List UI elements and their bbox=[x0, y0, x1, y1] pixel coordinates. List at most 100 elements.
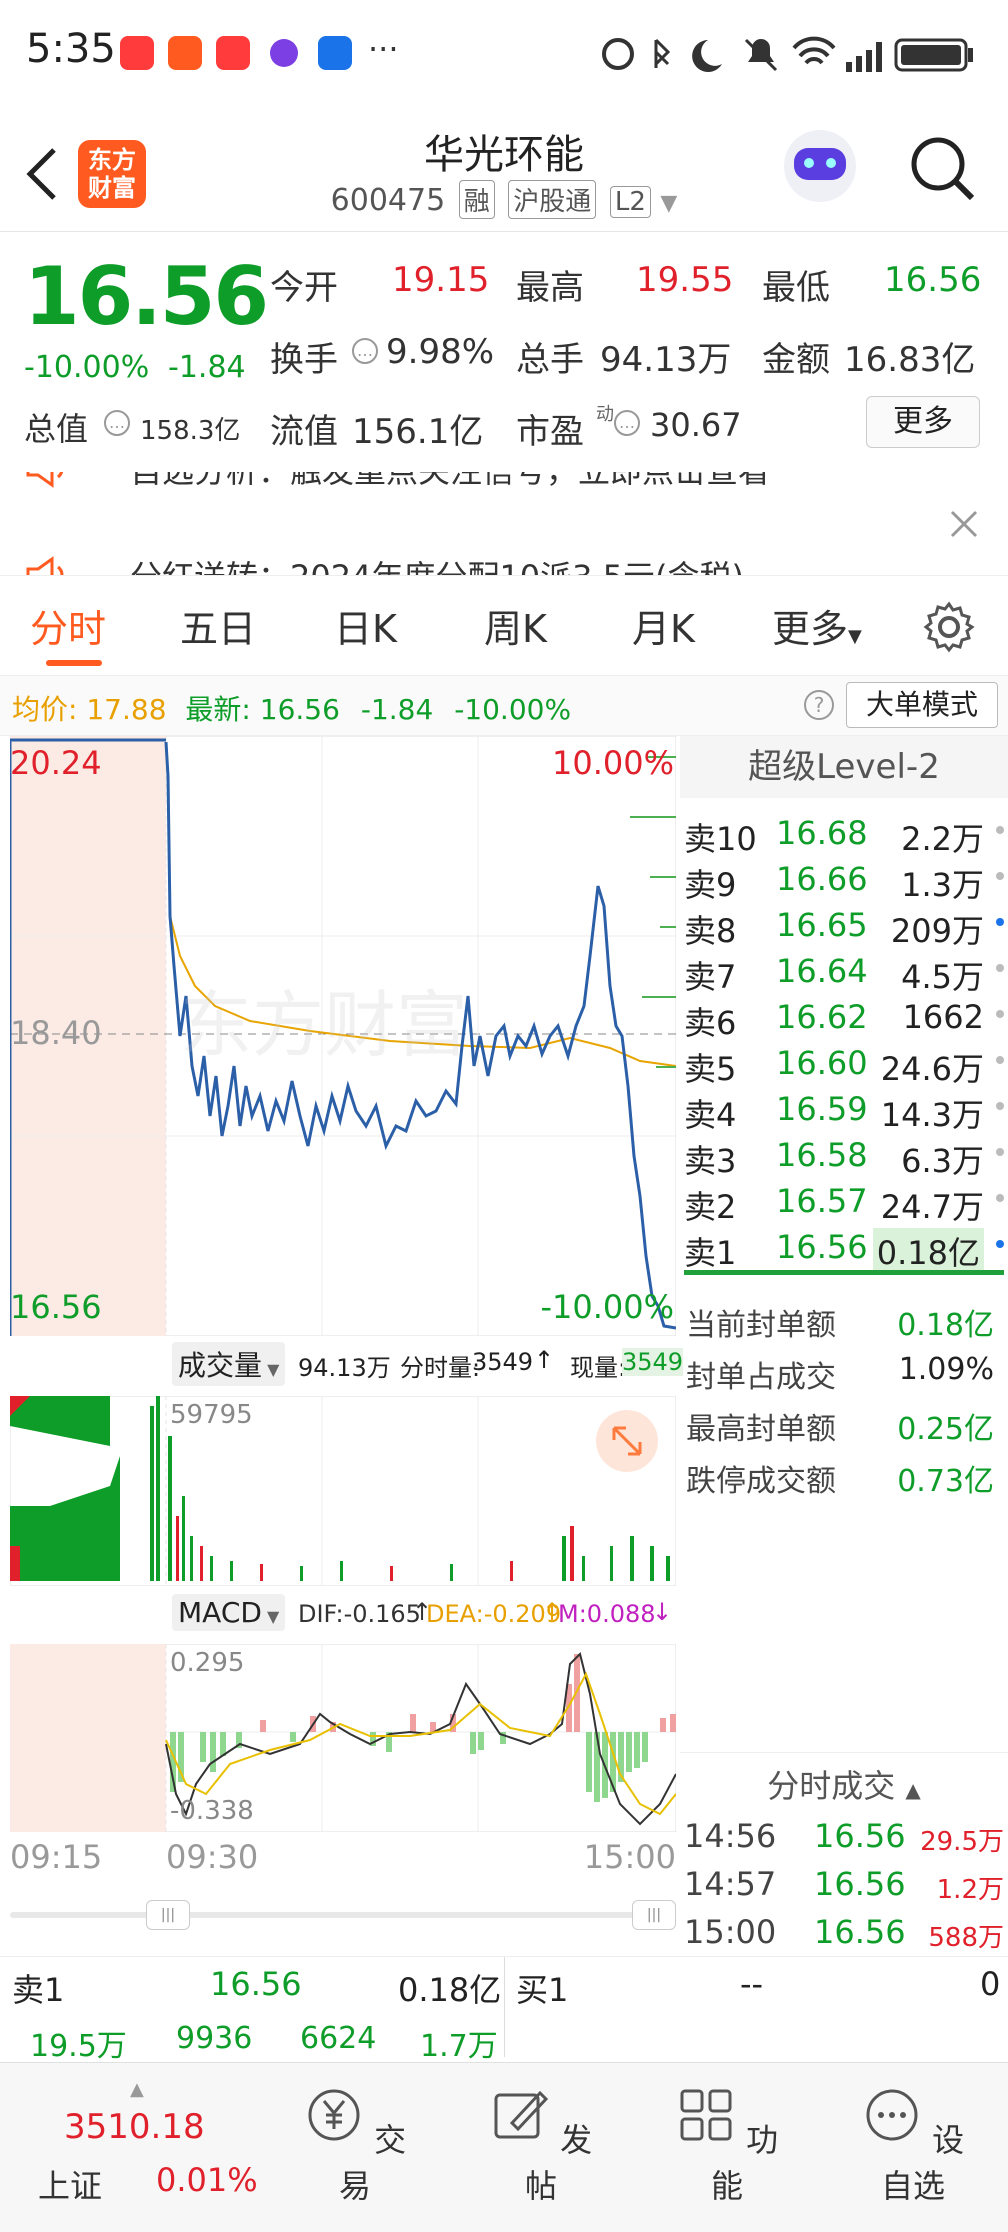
order-level-volume: 4.5万 bbox=[901, 958, 984, 996]
tab-intraday[interactable]: 分时 bbox=[30, 598, 106, 653]
slider-handle-left[interactable]: ||| bbox=[146, 1900, 190, 1930]
level2-tag: L2 bbox=[609, 186, 651, 218]
float-mv-value: 156.1亿 bbox=[352, 412, 484, 452]
tick-time: 15:00 bbox=[684, 1913, 777, 1951]
order-dot-icon bbox=[996, 918, 1004, 926]
order-level-price: 16.62 bbox=[776, 998, 868, 1036]
expand-icon[interactable] bbox=[596, 1410, 658, 1472]
big-order-mode-button[interactable]: 大单模式 bbox=[846, 682, 998, 728]
order-level-volume: 1662 bbox=[902, 998, 984, 1036]
tab-five-day[interactable]: 五日 bbox=[180, 598, 256, 653]
ticks-header[interactable]: 分时成交 ▲ bbox=[680, 1761, 1008, 1807]
order-level-price: 16.58 bbox=[776, 1136, 868, 1174]
order-book-row[interactable]: 卖6 16.62 1662 bbox=[680, 994, 1008, 1042]
order-book-row[interactable]: 卖7 16.64 4.5万 bbox=[680, 948, 1008, 996]
macd-dea: DEA:-0.209 bbox=[426, 1600, 562, 1628]
high-value: 19.55 bbox=[636, 260, 734, 300]
nav-post[interactable]: 发帖 bbox=[476, 2071, 606, 2207]
last-price: 16.56 bbox=[24, 250, 269, 343]
tab-more[interactable]: 更多▼ bbox=[772, 598, 862, 653]
order-level-label: 卖9 bbox=[684, 866, 737, 904]
order-level-volume: 209万 bbox=[890, 912, 984, 950]
low-label: 最低 bbox=[762, 268, 830, 308]
order-book-row[interactable]: 卖3 16.58 6.3万 bbox=[680, 1132, 1008, 1180]
tick-time: 14:57 bbox=[684, 1865, 777, 1903]
tab-weekly-k[interactable]: 周K bbox=[484, 598, 547, 653]
notice-ticker[interactable]: 自选分析：触发重点关注信号，立即点击查看 分红送转：2024年度分配10派3.5… bbox=[0, 472, 1008, 576]
order-level-label: 卖5 bbox=[684, 1050, 737, 1088]
caret-down-icon: ▼ bbox=[262, 1360, 280, 1379]
yuan-icon bbox=[308, 2089, 360, 2141]
intraday-chart[interactable]: 20.24 18.40 16.56 10.00% -10.00% 东方财富 bbox=[10, 736, 676, 1336]
pct-axis-top: 10.00% bbox=[551, 744, 674, 782]
ticks-title: 分时成交 bbox=[767, 1767, 896, 1805]
nav-trade[interactable]: 交易 bbox=[290, 2071, 420, 2207]
close-icon[interactable] bbox=[948, 508, 980, 540]
speaker-icon bbox=[26, 556, 64, 575]
order-dot-icon bbox=[996, 1240, 1004, 1248]
buy1-price: -- bbox=[740, 1965, 764, 2003]
help-icon[interactable]: ? bbox=[804, 690, 834, 720]
macd-chart[interactable]: 0.295 -0.338 bbox=[9, 1643, 677, 1833]
interval-volume-label: 分时量: bbox=[400, 1354, 481, 1382]
time-label-start: 09:15 bbox=[10, 1838, 103, 1876]
tick-time: 14:56 bbox=[684, 1817, 777, 1855]
nav-functions[interactable]: 功能 bbox=[662, 2071, 792, 2207]
float-mv-label: 流值 bbox=[270, 412, 338, 452]
more-dots-icon bbox=[866, 2089, 918, 2141]
volume-chart[interactable]: 59795 bbox=[9, 1395, 677, 1587]
macd-m: M:0.088 bbox=[558, 1600, 656, 1628]
order-dot-icon bbox=[996, 872, 1004, 880]
time-range-slider[interactable]: ||| ||| bbox=[10, 1900, 676, 1930]
order-book-row[interactable]: 卖10 16.68 2.2万 bbox=[680, 810, 1008, 858]
level2-title[interactable]: 超级Level-2 bbox=[680, 736, 1008, 798]
order-book-row[interactable]: 卖2 16.57 24.7万 bbox=[680, 1178, 1008, 1226]
index-widget[interactable]: ▲ 3510.18 上证 0.01% bbox=[20, 2079, 260, 2213]
order-book-row[interactable]: 卖8 16.65 209万 bbox=[680, 902, 1008, 950]
volume-indicator-select[interactable]: 成交量 ▼ bbox=[172, 1342, 286, 1386]
latest-value: 16.56 bbox=[259, 693, 340, 726]
nav-add-watchlist[interactable]: 设自选 bbox=[848, 2071, 978, 2207]
order-book-row[interactable]: 卖4 16.59 14.3万 bbox=[680, 1086, 1008, 1134]
order-book-row[interactable]: 卖9 16.66 1.3万 bbox=[680, 856, 1008, 904]
info-icon[interactable]: … bbox=[352, 338, 378, 364]
slider-handle-right[interactable]: ||| bbox=[632, 1900, 676, 1930]
status-time: 5:35 bbox=[26, 26, 116, 72]
tab-monthly-k[interactable]: 月K bbox=[632, 598, 695, 653]
pct-axis-bottom: -10.00% bbox=[540, 1288, 674, 1326]
order-book-row[interactable]: 卖5 16.60 24.6万 bbox=[680, 1040, 1008, 1088]
volume-label: 总手 bbox=[516, 340, 584, 380]
info-icon[interactable]: … bbox=[104, 410, 130, 436]
gear-icon[interactable] bbox=[922, 600, 976, 654]
pe-label: 市盈 bbox=[516, 412, 584, 452]
status-bar: 5:35 ··· bbox=[0, 0, 1008, 100]
order-book-row[interactable]: 卖1 16.56 0.18亿 bbox=[680, 1224, 1008, 1274]
order-level-volume: 24.7万 bbox=[880, 1188, 984, 1226]
order-level-label: 卖8 bbox=[684, 912, 737, 950]
tick-row: 14:57 16.56 1.2万 bbox=[680, 1861, 1008, 1907]
time-label-open: 09:30 bbox=[166, 1838, 259, 1876]
limit-stat-value: 0.18亿 bbox=[897, 1308, 994, 1343]
tick-volume: 29.5万 bbox=[920, 1827, 1004, 1857]
tab-daily-k[interactable]: 日K bbox=[334, 598, 397, 653]
tick-volume: 588万 bbox=[928, 1923, 1004, 1953]
edit-icon bbox=[494, 2090, 548, 2139]
more-quote-button[interactable]: 更多 bbox=[866, 396, 980, 448]
search-icon[interactable] bbox=[908, 134, 978, 204]
macd-indicator-label: MACD bbox=[178, 1596, 262, 1629]
stock-code-line[interactable]: 600475 融 沪股通 L2 ▼ bbox=[0, 180, 1008, 219]
down-arrow-icon: ↓ bbox=[652, 1598, 673, 1626]
limit-stat-row: 跌停成交额 0.73亿 bbox=[680, 1452, 1008, 1499]
watermark: 东方财富 bbox=[180, 983, 469, 1067]
macd-axis-top: 0.295 bbox=[170, 1648, 245, 1678]
macd-indicator-select[interactable]: MACD ▼ bbox=[172, 1594, 286, 1631]
robot-assistant-icon[interactable] bbox=[784, 130, 856, 202]
time-label-close: 15:00 bbox=[583, 1838, 676, 1876]
stock-code: 600475 bbox=[330, 183, 446, 218]
sell1-volume: 0.18亿 bbox=[398, 1971, 502, 2009]
avg-price-label: 均价: bbox=[12, 693, 78, 726]
info-icon[interactable]: … bbox=[614, 410, 640, 436]
quote-summary: 16.56 -10.00% -1.84 今开 19.15 最高 19.55 最低… bbox=[0, 232, 1008, 472]
volume-total: 94.13万 bbox=[298, 1354, 391, 1382]
app-notification-icon bbox=[318, 36, 352, 70]
